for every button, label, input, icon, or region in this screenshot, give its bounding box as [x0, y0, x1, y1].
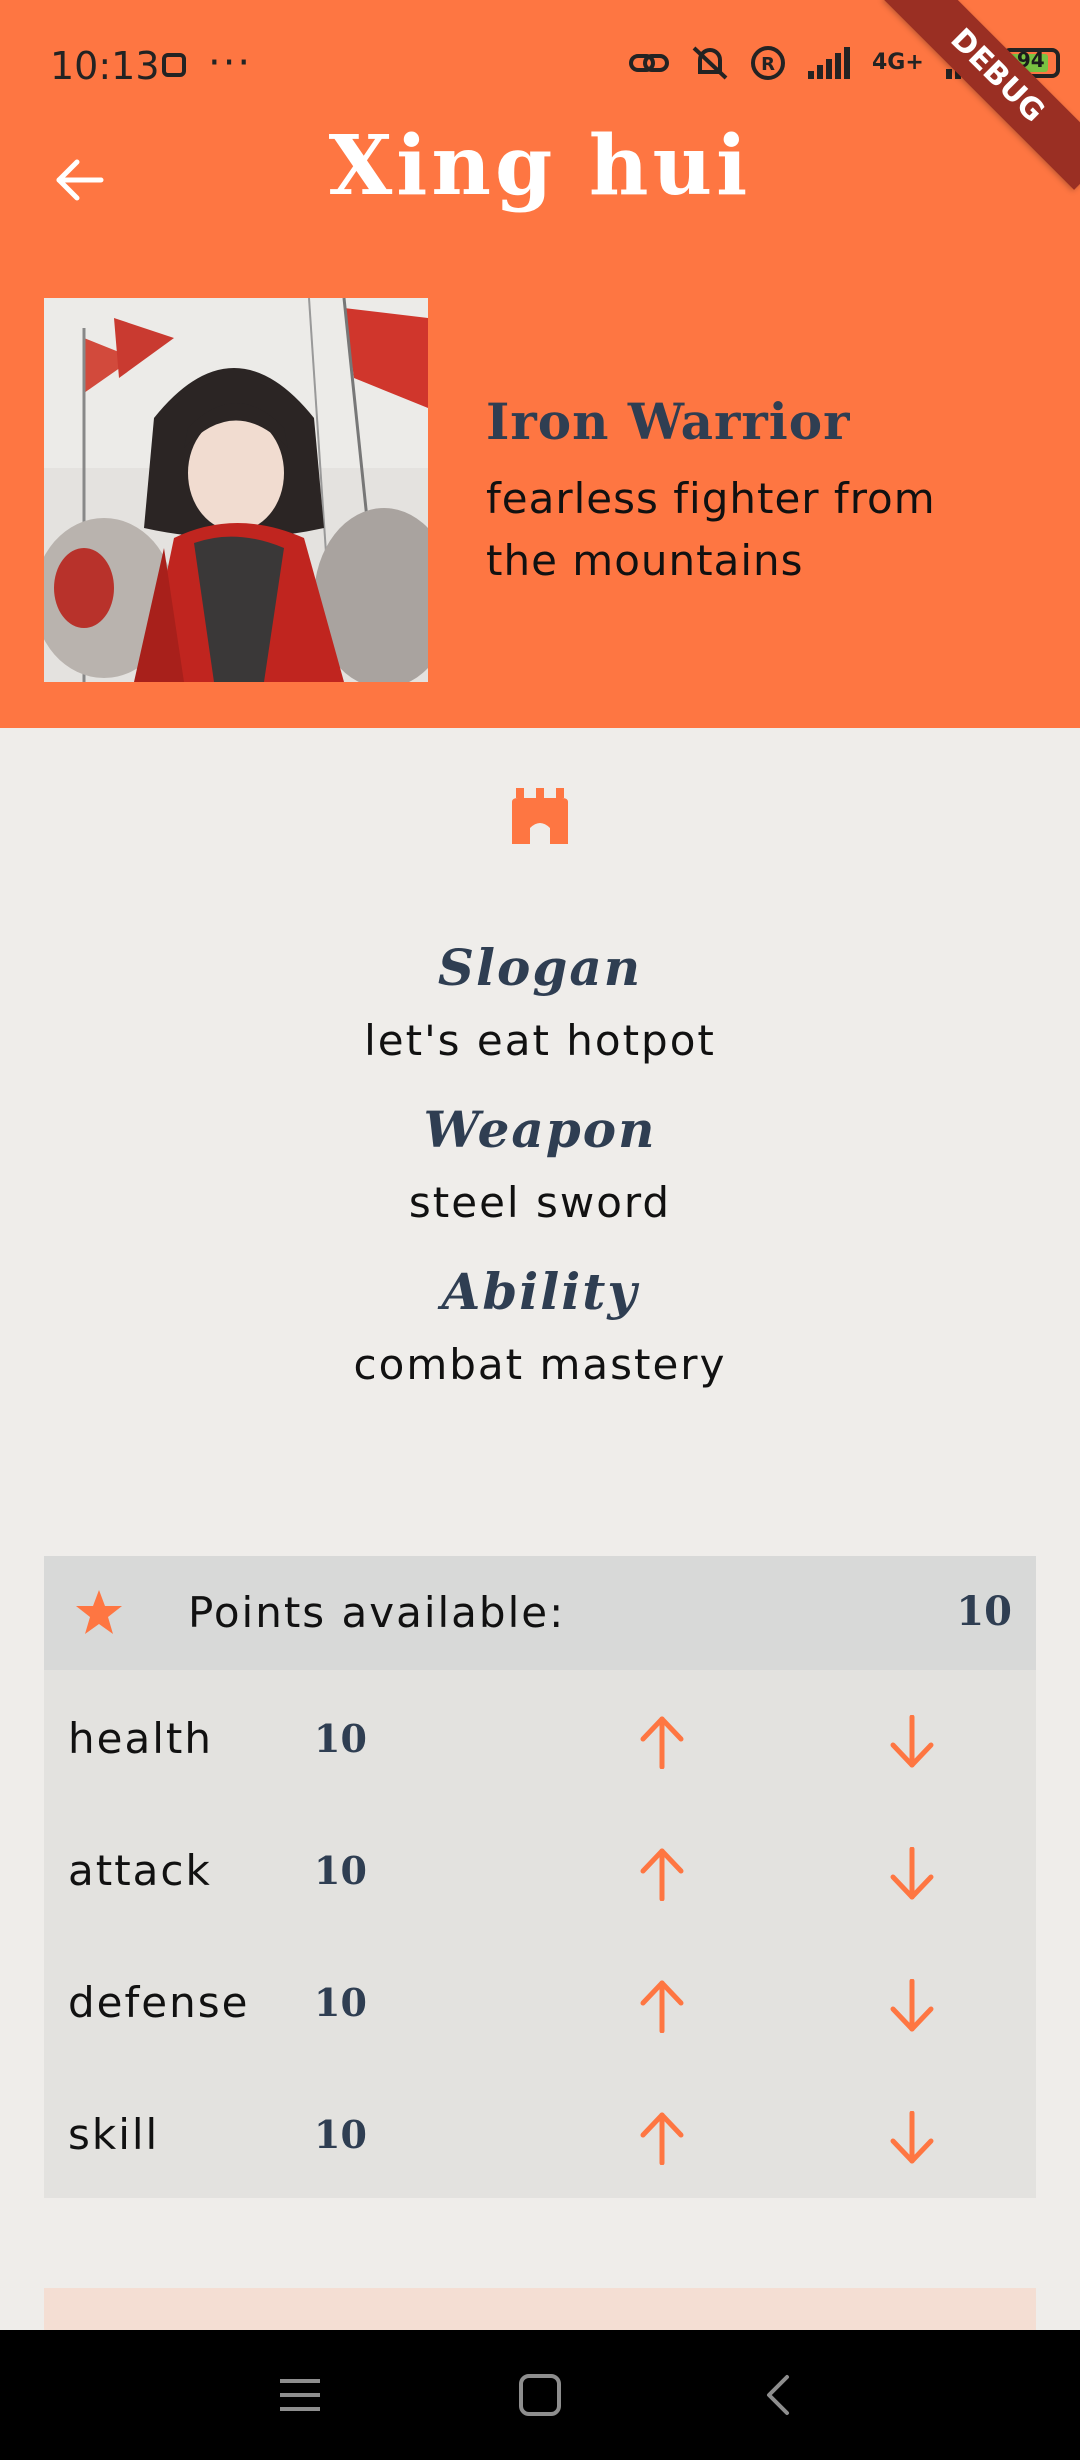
square-icon — [519, 2374, 561, 2416]
stat-row-defense: defense 10 — [44, 1938, 1036, 2070]
arrow-up-icon — [640, 1848, 684, 1901]
ability-label: Ability — [441, 1262, 639, 1321]
arrow-down-icon — [890, 1847, 934, 1900]
arrow-up-icon — [640, 2112, 684, 2165]
skill-decrease-button[interactable] — [880, 2106, 944, 2170]
ability-value: combat mastery — [353, 1340, 727, 1389]
skill-increase-button[interactable] — [630, 2106, 694, 2170]
stat-row-attack: attack 10 — [44, 1806, 1036, 1938]
class-description: fearless fighter from the mountains — [486, 474, 936, 585]
stat-name: skill — [68, 2110, 160, 2159]
arrow-up-icon — [640, 1980, 684, 2033]
attack-decrease-button[interactable] — [880, 1842, 944, 1906]
slogan-label: Slogan — [437, 938, 643, 997]
recent-apps-button[interactable] — [260, 2360, 340, 2430]
arrow-up-icon — [640, 1716, 684, 1769]
home-button[interactable] — [500, 2360, 580, 2430]
character-portrait — [44, 298, 428, 682]
stat-row-health: health 10 — [44, 1674, 1036, 1806]
chevron-left-icon — [767, 2375, 789, 2415]
stat-value: 10 — [314, 2112, 367, 2157]
stat-value: 10 — [314, 1980, 367, 2025]
defense-increase-button[interactable] — [630, 1974, 694, 2038]
arrow-down-icon — [890, 1979, 934, 2032]
bottom-card — [44, 2288, 1036, 2332]
slogan-value: let's eat hotpot — [364, 1016, 716, 1065]
stat-name: defense — [68, 1978, 250, 2027]
stat-row-skill: skill 10 — [44, 2070, 1036, 2202]
stat-value: 10 — [314, 1848, 367, 1893]
star-icon — [74, 1588, 124, 1638]
class-title: Iron Warrior — [486, 392, 851, 451]
page-title: Xing hui — [328, 118, 752, 214]
weapon-label: Weapon — [423, 1100, 657, 1159]
arrow-down-icon — [890, 1715, 934, 1768]
attack-increase-button[interactable] — [630, 1842, 694, 1906]
arrow-down-icon — [890, 2111, 934, 2164]
stat-name: health — [68, 1714, 213, 1763]
stat-name: attack — [68, 1846, 212, 1895]
system-back-button[interactable] — [738, 2360, 818, 2430]
points-label: Points available: — [188, 1588, 566, 1637]
menu-icon — [280, 2379, 320, 2411]
system-nav-bar — [0, 2330, 1080, 2460]
health-decrease-button[interactable] — [880, 1710, 944, 1774]
stat-value: 10 — [314, 1716, 367, 1761]
castle-icon — [508, 786, 572, 846]
defense-decrease-button[interactable] — [880, 1974, 944, 2038]
points-value: 10 — [956, 1588, 1012, 1635]
weapon-value: steel sword — [408, 1178, 672, 1227]
health-increase-button[interactable] — [630, 1710, 694, 1774]
